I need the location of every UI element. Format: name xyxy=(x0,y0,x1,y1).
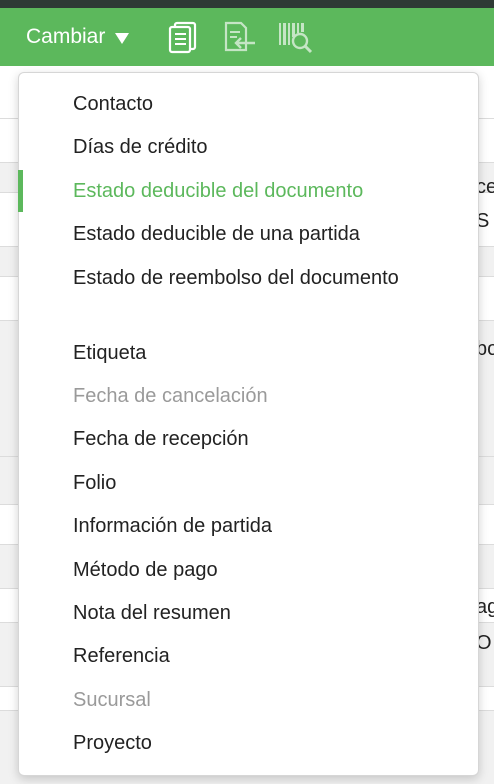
barcode-search-icon[interactable] xyxy=(276,18,314,56)
menu-item-etiqueta[interactable]: Etiqueta xyxy=(19,338,478,368)
change-dropdown-menu: Contacto Días de crédito Estado deducibl… xyxy=(18,72,479,776)
menu-item-folio[interactable]: Folio xyxy=(19,468,478,498)
documents-icon[interactable] xyxy=(164,18,202,56)
toolbar: Cambiar xyxy=(0,8,494,66)
change-dropdown-button[interactable]: Cambiar xyxy=(14,18,137,56)
caret-down-icon xyxy=(115,32,130,44)
menu-item-proyecto[interactable]: Proyecto xyxy=(19,728,478,758)
change-button-label: Cambiar xyxy=(26,25,106,48)
menu-item-metodo-pago[interactable]: Método de pago xyxy=(19,555,478,585)
menu-item-nota-resumen[interactable]: Nota del resumen xyxy=(19,598,478,628)
menu-item-fecha-cancelacion: Fecha de cancelación xyxy=(73,385,268,407)
menu-item-estado-deducible-partida[interactable]: Estado deducible de una partida xyxy=(19,219,478,249)
menu-item-sucursal: Sucursal xyxy=(73,689,151,711)
document-import-icon[interactable] xyxy=(220,18,258,56)
menu-item-dias-de-credito[interactable]: Días de crédito xyxy=(19,132,478,162)
top-strip xyxy=(0,0,494,8)
menu-item-estado-reembolso[interactable]: Estado de reembolso del documento xyxy=(19,263,478,293)
menu-item-informacion-partida[interactable]: Información de partida xyxy=(19,511,478,541)
menu-item-fecha-recepcion[interactable]: Fecha de recepción xyxy=(19,424,478,454)
menu-item-referencia[interactable]: Referencia xyxy=(19,641,478,671)
menu-item-contacto[interactable]: Contacto xyxy=(19,89,478,119)
menu-item-estado-deducible-documento[interactable]: Estado deducible del documento xyxy=(18,170,478,212)
